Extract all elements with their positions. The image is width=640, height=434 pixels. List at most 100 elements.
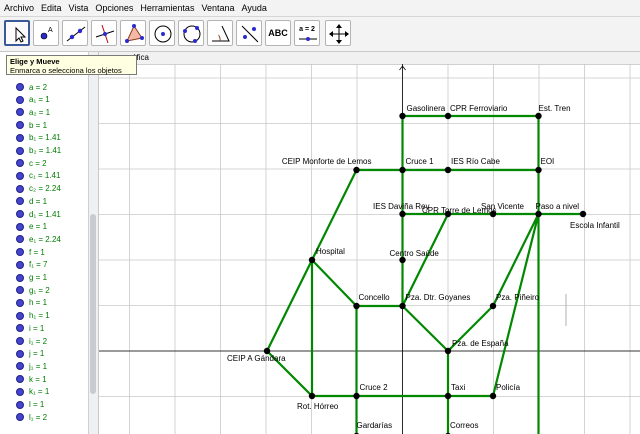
algebra-item[interactable]: f = 1 bbox=[16, 246, 45, 258]
visibility-toggle-icon[interactable] bbox=[16, 260, 24, 269]
perpendicular-line-tool-button[interactable] bbox=[91, 20, 117, 46]
algebra-item[interactable]: j₁ = 1 bbox=[16, 360, 47, 372]
point-pza-pineiro bbox=[489, 302, 497, 310]
slider-tool-button[interactable]: a = 2 bbox=[294, 20, 320, 46]
visibility-toggle-icon[interactable] bbox=[16, 324, 24, 333]
algebra-item[interactable]: k₁ = 1 bbox=[16, 386, 49, 398]
visibility-toggle-icon[interactable] bbox=[16, 349, 24, 358]
algebra-item[interactable]: h₁ = 1 bbox=[16, 310, 50, 322]
algebra-item[interactable]: j = 1 bbox=[16, 348, 44, 360]
algebra-item[interactable]: c = 2 bbox=[16, 157, 47, 169]
visibility-toggle-icon[interactable] bbox=[16, 210, 24, 218]
visibility-toggle-icon[interactable] bbox=[16, 400, 24, 409]
tooltip-title: Elige y Mueve bbox=[10, 57, 60, 66]
circle-center-point-tool-button[interactable] bbox=[149, 20, 175, 46]
algebra-item[interactable]: l₁ = 2 bbox=[16, 411, 47, 423]
point-pza-espana bbox=[444, 347, 452, 355]
move-tool-button[interactable] bbox=[4, 20, 30, 46]
visibility-toggle-icon[interactable] bbox=[16, 337, 24, 345]
algebra-scroll-thumb[interactable] bbox=[90, 214, 96, 394]
visibility-toggle-icon[interactable] bbox=[16, 184, 24, 193]
point-label-gasolinera: Gasolinera bbox=[407, 104, 446, 113]
polygon-tool-button[interactable] bbox=[120, 20, 146, 46]
text-tool-button[interactable]: ABC bbox=[265, 20, 291, 46]
visibility-toggle-icon[interactable] bbox=[16, 413, 24, 422]
circle-three-points-tool-button[interactable] bbox=[178, 20, 204, 46]
circle-center-point-tool-icon bbox=[154, 25, 172, 43]
menu-herramientas[interactable]: Herramientas bbox=[136, 0, 197, 16]
menu-opciones[interactable]: Opciones bbox=[91, 0, 136, 16]
point-cruce2 bbox=[353, 392, 360, 400]
point-cruce1 bbox=[399, 166, 406, 174]
algebra-item[interactable]: e₁ = 2.24 bbox=[16, 233, 61, 245]
algebra-item[interactable]: l = 1 bbox=[16, 399, 44, 411]
visibility-toggle-icon[interactable] bbox=[16, 362, 24, 371]
algebra-item[interactable]: d = 1 bbox=[16, 195, 47, 207]
visibility-toggle-icon[interactable] bbox=[16, 146, 24, 155]
visibility-toggle-icon[interactable] bbox=[16, 197, 24, 206]
line-tool-button[interactable] bbox=[62, 20, 88, 46]
visibility-toggle-icon[interactable] bbox=[16, 108, 24, 117]
point-label-centro-saude: Centro Saúde bbox=[390, 249, 440, 258]
algebra-item[interactable]: a = 2 bbox=[16, 81, 47, 93]
algebra-scrollbar[interactable] bbox=[88, 52, 98, 434]
algebra-item[interactable]: f₁ = 7 bbox=[16, 259, 48, 271]
algebra-item-label: k = 1 bbox=[29, 374, 47, 384]
algebra-item[interactable]: g₁ = 2 bbox=[16, 284, 50, 296]
visibility-toggle-icon[interactable] bbox=[16, 222, 24, 231]
algebra-item[interactable]: a₂ = 1 bbox=[16, 106, 50, 118]
algebra-item[interactable]: i₁ = 2 bbox=[16, 335, 47, 347]
algebra-item[interactable]: k = 1 bbox=[16, 373, 47, 385]
visibility-toggle-icon[interactable] bbox=[16, 273, 24, 282]
algebra-item-label: e₁ = 2.24 bbox=[29, 234, 61, 244]
algebra-item[interactable]: a₁ = 1 bbox=[16, 94, 50, 106]
algebra-item[interactable]: d₁ = 1.41 bbox=[16, 208, 61, 220]
menu-edita[interactable]: Edita bbox=[37, 0, 65, 16]
algebra-item[interactable]: b₂ = 1.41 bbox=[16, 145, 61, 157]
algebra-item[interactable]: b₁ = 1.41 bbox=[16, 132, 61, 144]
algebra-item-label: g = 1 bbox=[29, 273, 48, 282]
algebra-item-label: j = 1 bbox=[29, 349, 45, 359]
algebra-item[interactable]: e = 1 bbox=[16, 221, 47, 233]
algebra-view[interactable]: a = 2 a₁ = 1 a₂ = 1 b = 1 b₁ = 1.41 b₂ = 1.41… bbox=[0, 52, 99, 434]
algebra-item-label: i₁ = 2 bbox=[29, 336, 48, 346]
point-label-rot-horreo: Rot. Hórreo bbox=[297, 402, 339, 411]
menu-archivo[interactable]: Archivo bbox=[0, 0, 37, 16]
algebra-item[interactable]: i = 1 bbox=[16, 322, 44, 334]
visibility-toggle-icon[interactable] bbox=[16, 95, 24, 104]
algebra-item-label: d₁ = 1.41 bbox=[29, 209, 61, 219]
menu-ayuda[interactable]: Ayuda bbox=[238, 0, 270, 16]
reflect-tool-icon bbox=[241, 25, 259, 43]
visibility-toggle-icon[interactable] bbox=[16, 171, 24, 180]
reflect-tool-button[interactable] bbox=[236, 20, 262, 46]
new-point-tool-button[interactable]: A bbox=[33, 20, 59, 46]
visibility-toggle-icon[interactable] bbox=[16, 159, 24, 168]
visibility-toggle-icon[interactable] bbox=[16, 83, 24, 91]
visibility-toggle-icon[interactable] bbox=[16, 121, 24, 130]
algebra-item[interactable]: b = 1 bbox=[16, 119, 47, 131]
algebra-item[interactable]: c₂ = 2.24 bbox=[16, 183, 61, 195]
point-label-cruce1: Cruce 1 bbox=[406, 157, 435, 166]
move-graphics-view-tool-button[interactable] bbox=[325, 20, 351, 46]
menu-ventana[interactable]: Ventana bbox=[197, 0, 237, 16]
algebra-item[interactable]: h = 1 bbox=[16, 297, 47, 309]
point-label-policia: Policía bbox=[496, 383, 521, 392]
angle-tool-button[interactable] bbox=[207, 20, 233, 46]
visibility-toggle-icon[interactable] bbox=[16, 375, 24, 384]
visibility-toggle-icon[interactable] bbox=[16, 387, 24, 396]
visibility-toggle-icon[interactable] bbox=[16, 311, 24, 320]
road-segment bbox=[491, 212, 540, 398]
point-ies-rio-cabe bbox=[444, 166, 452, 174]
graphics-view[interactable]: Gasolinera CPR Ferroviario Est. Tren CEIP M… bbox=[99, 64, 640, 434]
text-tool-icon: ABC bbox=[268, 28, 288, 38]
algebra-item[interactable]: c₁ = 1.41 bbox=[16, 170, 60, 182]
menu-vista[interactable]: Vista bbox=[65, 0, 92, 16]
visibility-toggle-icon[interactable] bbox=[16, 133, 24, 142]
labels-layer: Gasolinera CPR Ferroviario Est. Tren CEIP M… bbox=[227, 104, 620, 430]
visibility-toggle-icon[interactable] bbox=[16, 286, 24, 295]
visibility-toggle-icon[interactable] bbox=[16, 248, 24, 257]
visibility-toggle-icon[interactable] bbox=[16, 298, 24, 307]
point-label-ceip-monforte: CEIP Monforte de Lemos bbox=[282, 157, 372, 166]
algebra-item[interactable]: g = 1 bbox=[16, 272, 47, 284]
visibility-toggle-icon[interactable] bbox=[16, 235, 24, 244]
